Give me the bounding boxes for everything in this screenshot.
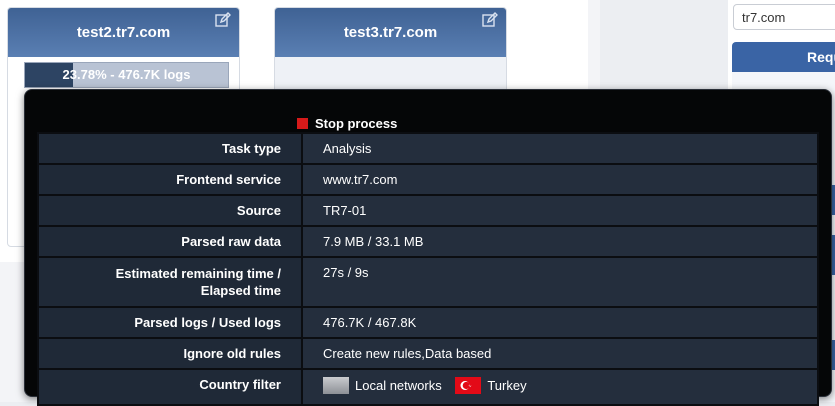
table-row: Ignore old rules Create new rules,Data b… <box>37 337 819 370</box>
table-row: Source TR7-01 <box>37 194 819 227</box>
table-row: Parsed raw data 7.9 MB / 33.1 MB <box>37 225 819 258</box>
card-title: test2.tr7.com <box>76 24 171 41</box>
country-name: Local networks <box>355 378 442 393</box>
domain-search-input[interactable]: tr7.com <box>733 4 835 30</box>
row-label: Ignore old rules <box>37 337 303 370</box>
card-header: test2.tr7.com <box>8 8 239 57</box>
row-label: Task type <box>37 132 303 165</box>
turkey-flag-icon <box>455 377 482 394</box>
row-value: 476.7K / 467.8K <box>301 306 819 339</box>
country-name: Turkey <box>487 378 527 393</box>
card-title: test3.tr7.com <box>343 24 438 41</box>
progress-label: 23.78% - 476.7K logs <box>62 67 191 82</box>
stop-icon <box>297 117 308 129</box>
table-row: Frontend service www.tr7.com <box>37 163 819 196</box>
stop-process-label: Stop process <box>315 115 398 131</box>
stop-process-button[interactable]: Stop process <box>297 114 397 132</box>
edit-icon[interactable] <box>215 12 231 28</box>
task-details-tooltip: Stop process Task type Analysis Frontend… <box>24 89 832 406</box>
row-label: Country filter <box>37 368 303 406</box>
country-turkey: Turkey <box>455 377 527 394</box>
table-row: Country filter Local networks Turkey <box>37 368 819 406</box>
requests-panel-header: Requ <box>732 42 835 72</box>
row-value: Local networks Turkey <box>301 368 819 406</box>
country-local-networks: Local networks <box>323 377 442 394</box>
row-label: Estimated remaining time / Elapsed time <box>37 256 303 308</box>
table-row: Parsed logs / Used logs 476.7K / 467.8K <box>37 306 819 339</box>
table-row: Estimated remaining time / Elapsed time … <box>37 256 819 308</box>
edit-icon[interactable] <box>482 12 498 28</box>
task-details-table: Task type Analysis Frontend service www.… <box>37 132 819 406</box>
analysis-progress-bar: 23.78% - 476.7K logs <box>24 62 229 88</box>
row-label: Parsed raw data <box>37 225 303 258</box>
row-label: Parsed logs / Used logs <box>37 306 303 339</box>
table-row: Task type Analysis <box>37 132 819 165</box>
row-value: www.tr7.com <box>301 163 819 196</box>
row-value: Analysis <box>301 132 819 165</box>
local-network-flag-icon <box>323 377 349 394</box>
card-header: test3.tr7.com <box>275 8 506 57</box>
row-value: Create new rules,Data based <box>301 337 819 370</box>
row-label: Frontend service <box>37 163 303 196</box>
row-label: Source <box>37 194 303 227</box>
row-value: 7.9 MB / 33.1 MB <box>301 225 819 258</box>
row-value: 27s / 9s <box>301 256 819 308</box>
row-value: TR7-01 <box>301 194 819 227</box>
